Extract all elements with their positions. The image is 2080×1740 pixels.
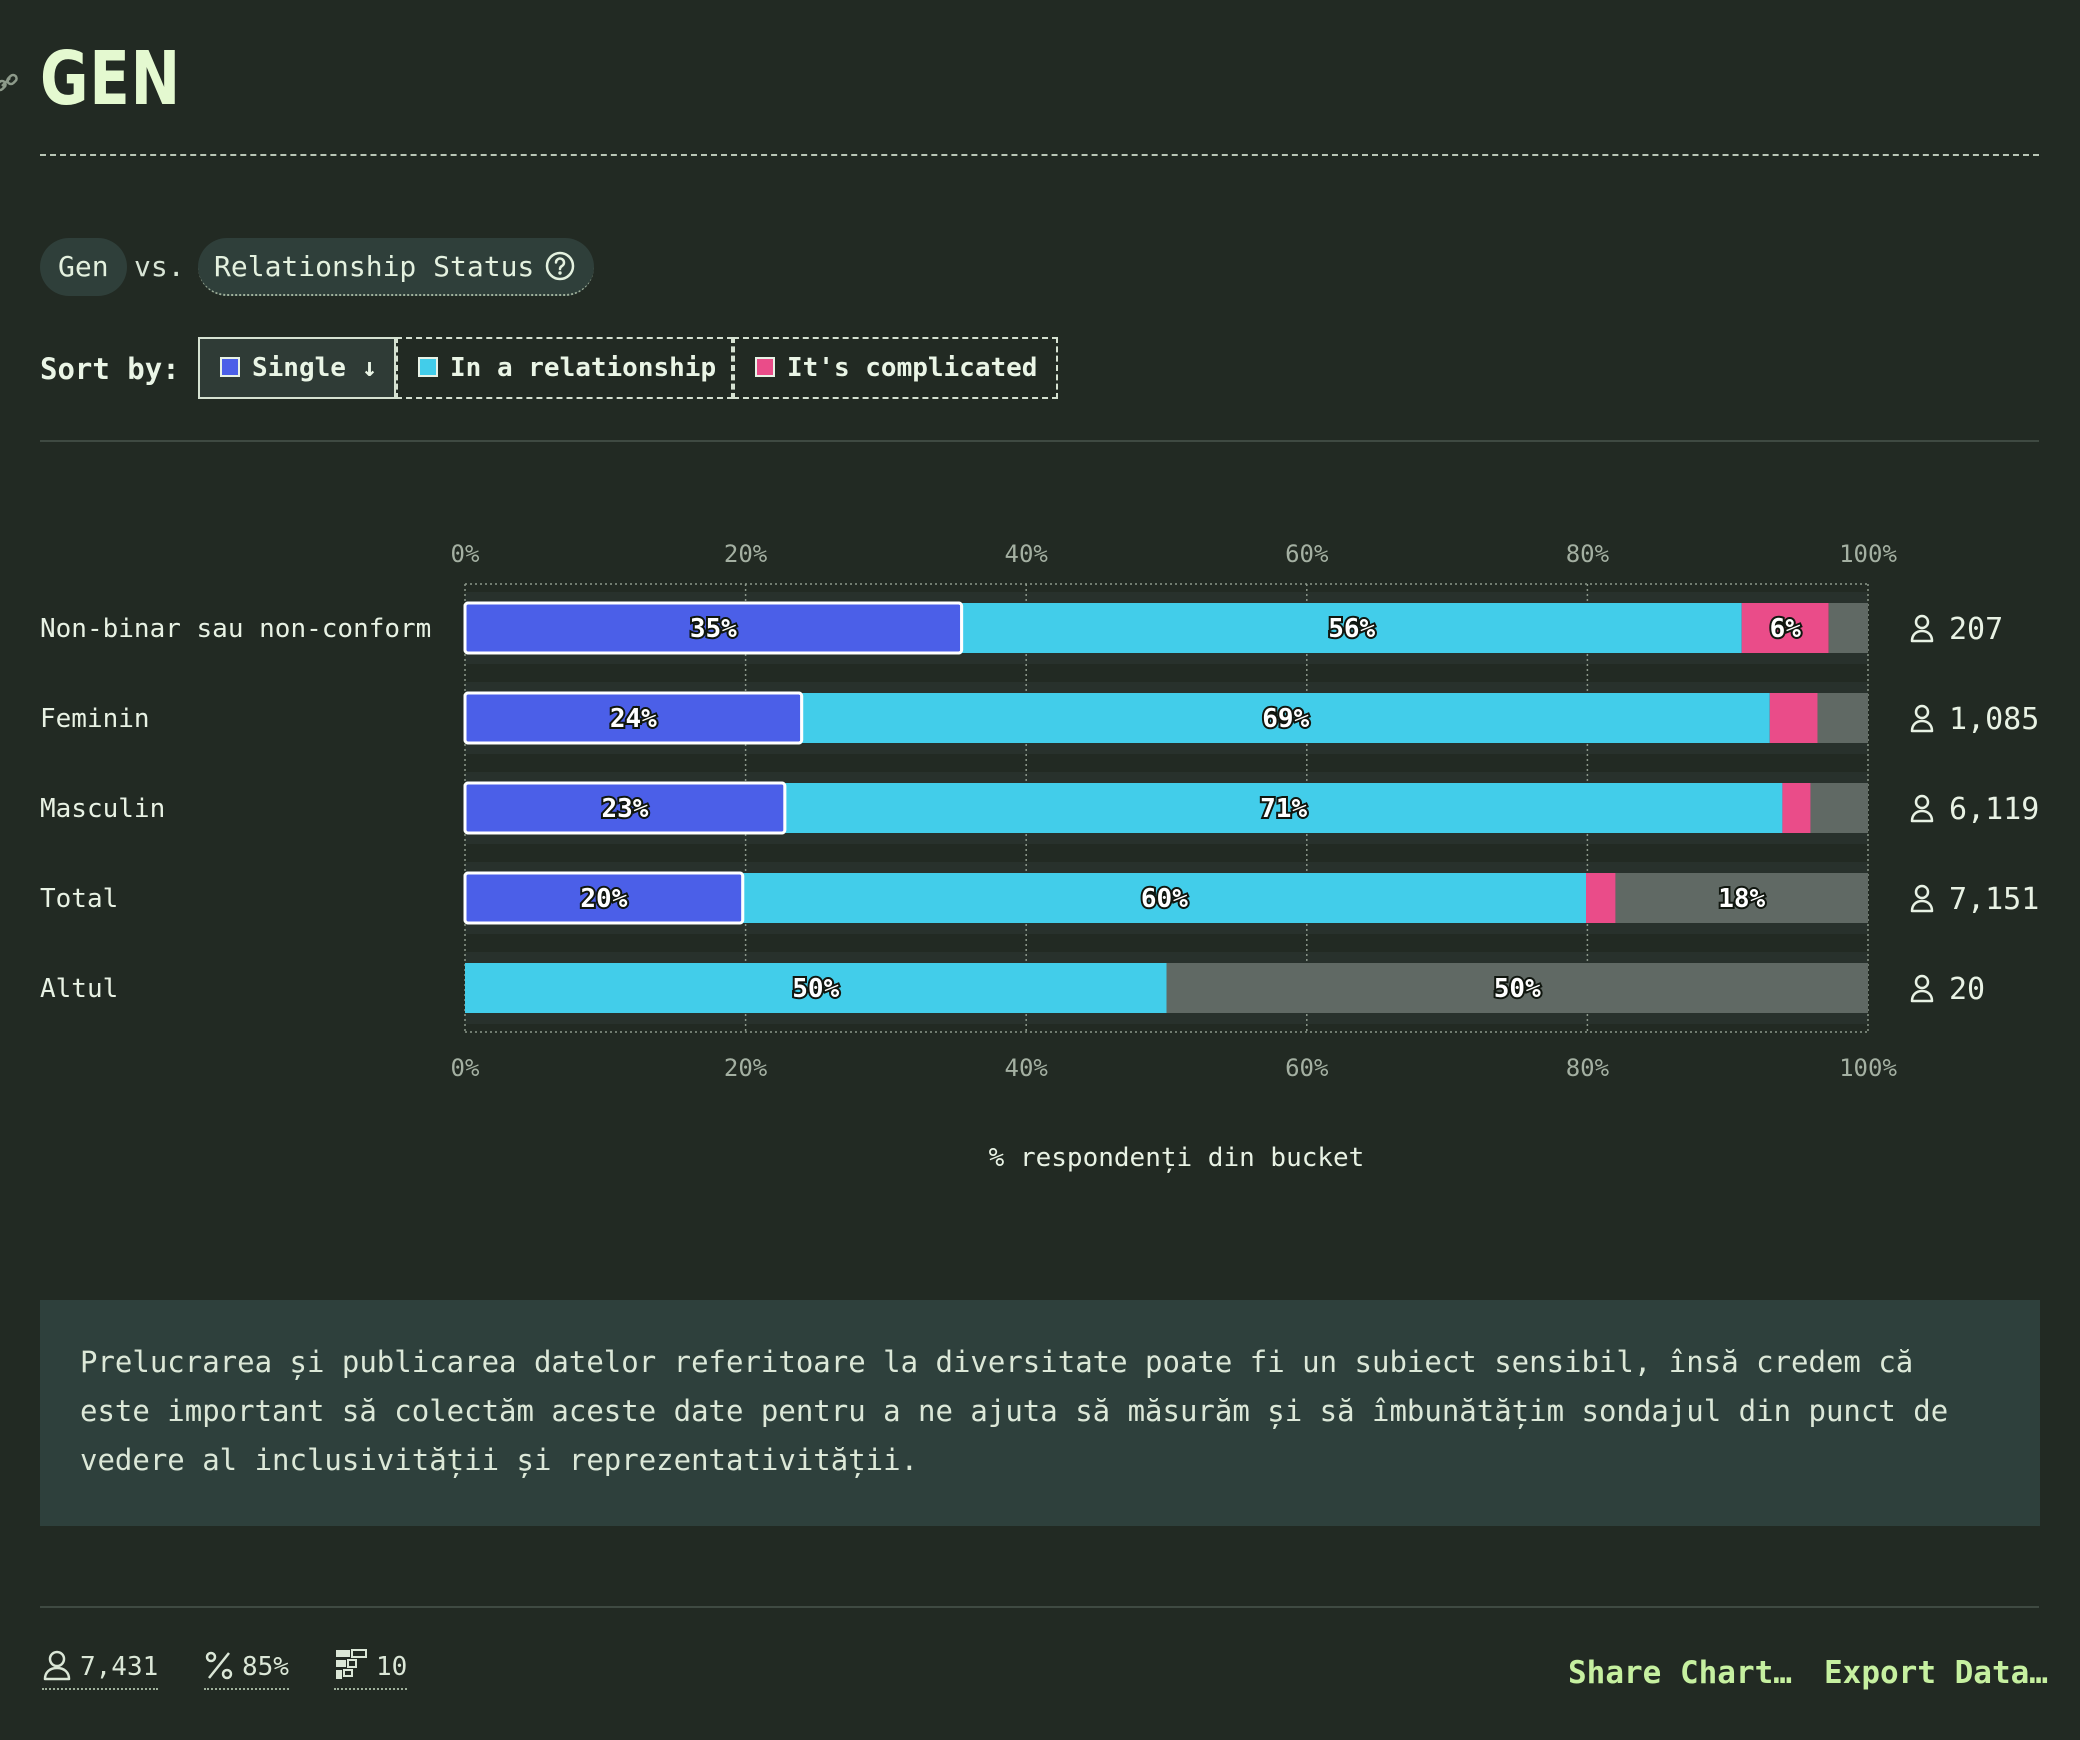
x-tick-label-bottom: 20% xyxy=(724,1054,768,1082)
bar-data-label: 35% xyxy=(690,614,737,644)
footer-divider xyxy=(40,1606,2039,1608)
export-data-button[interactable]: Export Data… xyxy=(1824,1655,2048,1691)
bar-segment xyxy=(1817,693,1868,743)
respondent-count: 7,151 xyxy=(1949,882,2039,917)
sort-single-button[interactable]: Single ↓ xyxy=(198,337,396,399)
person-icon xyxy=(1910,794,1934,823)
person-icon xyxy=(43,1650,71,1680)
bar-data-label: 24% xyxy=(610,704,657,734)
bar-data-label: 50% xyxy=(1494,974,1541,1004)
help-icon[interactable] xyxy=(544,250,576,282)
complicated-swatch xyxy=(755,356,775,377)
x-tick-label-bottom: 80% xyxy=(1566,1054,1610,1082)
bar-data-label: 60% xyxy=(1141,884,1188,914)
respondent-count: 207 xyxy=(1949,612,2003,647)
x-tick-label-bottom: 100% xyxy=(1839,1054,1897,1082)
x-tick-label-top: 20% xyxy=(724,540,768,568)
sort-relationship-label: In a relationship xyxy=(450,353,717,383)
bar-segment xyxy=(1769,693,1818,743)
bar-data-label: 71% xyxy=(1260,794,1307,824)
share-chart-button[interactable]: Share Chart… xyxy=(1568,1655,1792,1691)
variable-b-label: Relationship Status xyxy=(214,250,535,283)
x-tick-label-top: 80% xyxy=(1566,540,1610,568)
respondents-value: 7,431 xyxy=(80,1652,159,1682)
variable-a-pill[interactable]: Gen xyxy=(40,238,127,296)
x-tick-label-top: 100% xyxy=(1839,540,1897,568)
diversity-note-text: Prelucrarea și publicarea datelor referi… xyxy=(80,1345,1949,1477)
bar-data-label: 69% xyxy=(1262,704,1309,734)
x-tick-label-bottom: 0% xyxy=(451,1054,480,1082)
sort-complicated-label: It's complicated xyxy=(787,353,1038,383)
bar-data-label: 20% xyxy=(580,884,627,914)
category-label: Masculin xyxy=(40,794,165,824)
diversity-note: Prelucrarea și publicarea datelor referi… xyxy=(40,1300,2040,1526)
bar-data-label: 18% xyxy=(1718,884,1765,914)
person-icon xyxy=(1910,884,1934,913)
vs-label: vs. xyxy=(134,250,185,283)
bar-segment xyxy=(1585,873,1616,923)
person-icon xyxy=(1910,614,1934,643)
page-title: GEN xyxy=(40,36,181,122)
link-icon[interactable] xyxy=(0,70,20,96)
x-tick-label-bottom: 40% xyxy=(1005,1054,1049,1082)
x-tick-label-top: 0% xyxy=(451,540,480,568)
variable-b-pill[interactable]: Relationship Status xyxy=(198,238,595,296)
respondent-count: 6,119 xyxy=(1949,792,2039,827)
person-icon xyxy=(1910,974,1934,1003)
sort-label: Sort by: xyxy=(40,352,180,386)
questions-value: 10 xyxy=(376,1652,408,1682)
bar-data-label: 6% xyxy=(1770,614,1802,644)
x-tick-label-top: 60% xyxy=(1285,540,1329,568)
respondent-count: 1,085 xyxy=(1949,702,2039,737)
respondents-stat[interactable]: 7,431 xyxy=(42,1650,159,1690)
controls-divider xyxy=(40,440,2039,442)
percentage-stat[interactable]: 85% xyxy=(204,1651,289,1690)
stacked-bar-chart: 0% 0% 20% 20% 40% 40% 60% 60% 80% 80% 100% 100% Non-… xyxy=(40,540,2039,1173)
single-swatch xyxy=(220,356,240,377)
sort-complicated-button[interactable]: It's complicated xyxy=(733,337,1058,399)
sort-relationship-button[interactable]: In a relationship xyxy=(396,337,733,399)
bar-segment xyxy=(1782,783,1811,833)
category-label: Feminin xyxy=(40,704,150,734)
percent-icon xyxy=(205,1651,233,1679)
bar-data-label: 23% xyxy=(601,794,648,824)
sort-single-label: Single ↓ xyxy=(252,353,378,383)
bar-data-label: 50% xyxy=(792,974,839,1004)
category-label: Altul xyxy=(40,974,118,1004)
x-tick-label-bottom: 60% xyxy=(1285,1054,1329,1082)
category-label: Total xyxy=(40,884,118,914)
respondent-count: 20 xyxy=(1949,972,1985,1007)
percentage-value: 85% xyxy=(242,1652,289,1682)
category-label: Non-binar sau non-conform xyxy=(40,614,431,644)
bar-segment xyxy=(1810,783,1868,833)
bar-segment xyxy=(1828,603,1868,653)
title-divider xyxy=(40,154,2039,156)
person-icon xyxy=(1910,704,1934,733)
questions-icon xyxy=(336,1648,367,1679)
x-axis-title: % respondenți din bucket xyxy=(989,1143,1365,1173)
x-tick-label-top: 40% xyxy=(1005,540,1049,568)
questions-stat[interactable]: 10 xyxy=(334,1648,408,1690)
bar-data-label: 56% xyxy=(1328,614,1375,644)
relationship-swatch xyxy=(418,356,438,377)
